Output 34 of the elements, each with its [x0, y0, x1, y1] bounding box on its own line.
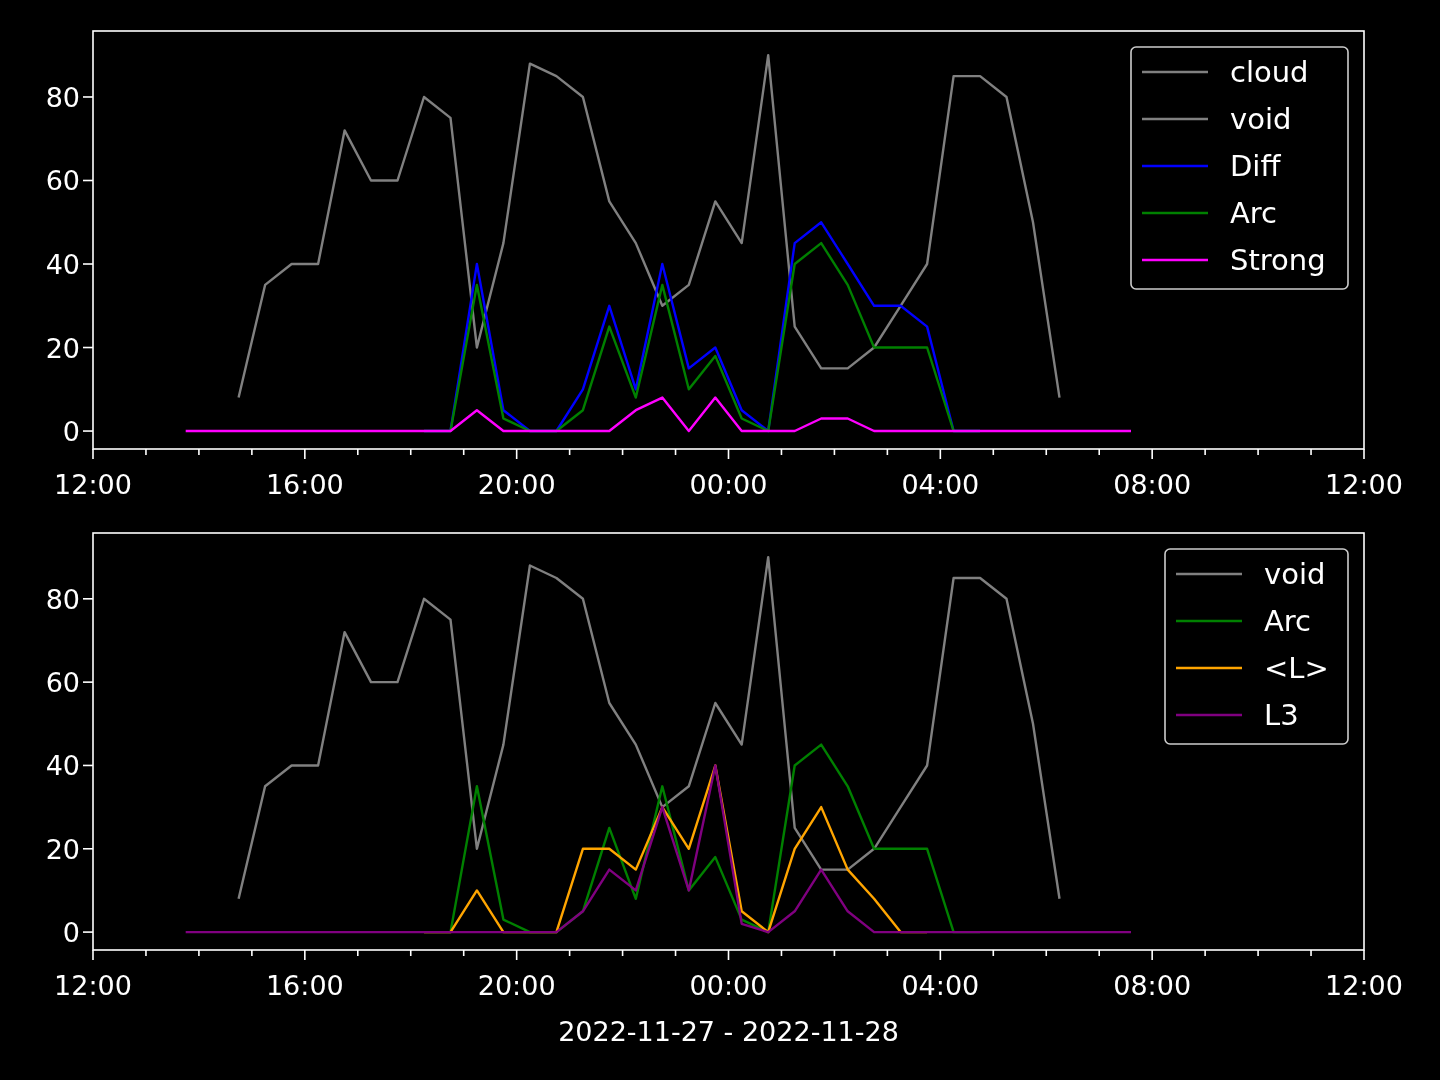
- tick-label: 60: [45, 667, 80, 699]
- tick-label: 0: [62, 917, 80, 949]
- tick-label: 20:00: [477, 970, 556, 1001]
- tick-label: 04:00: [901, 970, 980, 1001]
- tick-label: 20: [45, 332, 80, 364]
- tick-label: 16:00: [265, 469, 344, 500]
- tick-label: 20: [45, 833, 80, 865]
- legend-label: L3: [1264, 698, 1299, 732]
- tick-label: 12:00: [1325, 970, 1403, 1001]
- tick-label: 0: [62, 416, 80, 448]
- tick-label: 40: [45, 249, 80, 280]
- tick-label: 16:00: [265, 970, 344, 1001]
- tick-label: 00:00: [689, 469, 768, 500]
- legend-label: Arc: [1264, 604, 1312, 638]
- axis-title: 2022-11-27 - 2022-11-28: [558, 1016, 899, 1047]
- legend-label: <L>: [1264, 651, 1329, 685]
- tick-label: 08:00: [1113, 469, 1192, 500]
- legend-label: Diff: [1230, 149, 1281, 183]
- tick-label: 12:00: [1325, 469, 1403, 500]
- legend-label: void: [1264, 557, 1326, 591]
- tick-label: 12:00: [54, 469, 132, 500]
- tick-label: 20:00: [477, 469, 556, 500]
- tick-label: 04:00: [901, 469, 980, 500]
- legend-label: void: [1230, 102, 1292, 136]
- legend-label: Strong: [1230, 243, 1326, 277]
- legend-label: cloud: [1230, 55, 1309, 89]
- tick-label: 80: [45, 583, 80, 615]
- tick-label: 12:00: [54, 970, 132, 1001]
- tick-label: 08:00: [1113, 970, 1192, 1001]
- tick-label: 00:00: [689, 970, 768, 1001]
- legend-label: Arc: [1230, 196, 1278, 230]
- tick-label: 60: [45, 165, 80, 197]
- tick-label: 80: [45, 82, 80, 113]
- tick-label: 40: [45, 750, 80, 782]
